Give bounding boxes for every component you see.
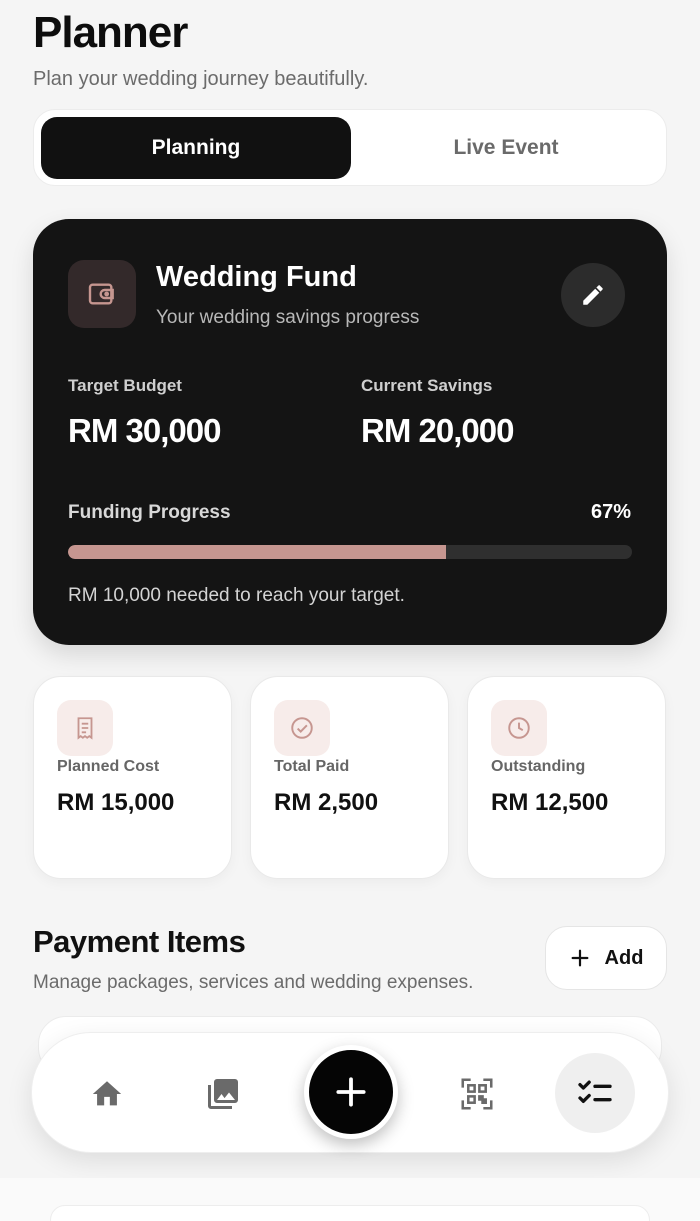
funding-progress-label: Funding Progress: [68, 502, 231, 523]
bottom-nav: [31, 1032, 669, 1153]
tab-live-event[interactable]: Live Event: [351, 117, 661, 179]
outstanding-label: Outstanding: [491, 758, 586, 775]
clock-icon: [491, 700, 547, 756]
fund-subtitle: Your wedding savings progress: [156, 307, 420, 328]
funding-progress-percent: 67%: [590, 501, 631, 523]
current-savings-value: RM 20,000: [361, 412, 514, 449]
planned-cost-label: Planned Cost: [57, 758, 160, 775]
pencil-icon: [583, 285, 603, 305]
payment-items-subtitle: Manage packages, services and wedding ex…: [33, 972, 474, 993]
add-button-label: Add: [604, 946, 644, 969]
total-paid-label: Total Paid: [274, 758, 350, 775]
checklist-icon: [578, 1080, 612, 1103]
page-title: Planner: [33, 8, 188, 57]
page-subtitle: Plan your wedding journey beautifully.: [33, 68, 369, 90]
receipt-icon: [57, 700, 113, 756]
planner-screen: Planner Plan your wedding journey beauti…: [0, 0, 700, 1221]
nav-home[interactable]: [77, 1064, 137, 1124]
total-paid-value: RM 2,500: [274, 789, 379, 816]
funding-progress-bar: [68, 545, 632, 559]
add-payment-button[interactable]: Add: [545, 926, 667, 990]
edit-fund-button[interactable]: [561, 263, 625, 327]
total-paid-card[interactable]: Total Paid RM 2,500: [250, 676, 449, 879]
planned-cost-card[interactable]: Planned Cost RM 15,000: [33, 676, 232, 879]
nav-add-button[interactable]: [304, 1045, 398, 1139]
wallet-icon: [68, 260, 136, 328]
fund-title: Wedding Fund: [156, 261, 357, 293]
mode-toggle: Planning Live Event: [33, 109, 667, 186]
funding-progress-fill: [68, 545, 446, 559]
payment-items-title: Payment Items: [33, 924, 246, 959]
tab-planning[interactable]: Planning: [41, 117, 351, 179]
outstanding-card[interactable]: Outstanding RM 12,500: [467, 676, 666, 879]
target-budget-label: Target Budget: [68, 376, 182, 395]
outstanding-value: RM 12,500: [491, 789, 609, 816]
target-budget-value: RM 30,000: [68, 412, 221, 449]
plus-icon: [571, 949, 588, 967]
bottom-card-peek: [50, 1205, 650, 1221]
planned-cost-value: RM 15,000: [57, 789, 175, 816]
nav-gallery[interactable]: [193, 1064, 253, 1124]
plus-icon: [336, 1077, 366, 1107]
check-circle-icon: [274, 700, 330, 756]
gallery-icon: [208, 1079, 238, 1109]
nav-qr-scanner[interactable]: [447, 1064, 507, 1124]
qr-code-icon: [461, 1078, 493, 1110]
current-savings-label: Current Savings: [361, 376, 493, 395]
wedding-fund-card: Wedding Fund Your wedding savings progre…: [33, 219, 667, 645]
home-icon: [92, 1081, 122, 1106]
nav-checklist[interactable]: [555, 1053, 635, 1133]
funding-note: RM 10,000 needed to reach your target.: [68, 585, 405, 606]
